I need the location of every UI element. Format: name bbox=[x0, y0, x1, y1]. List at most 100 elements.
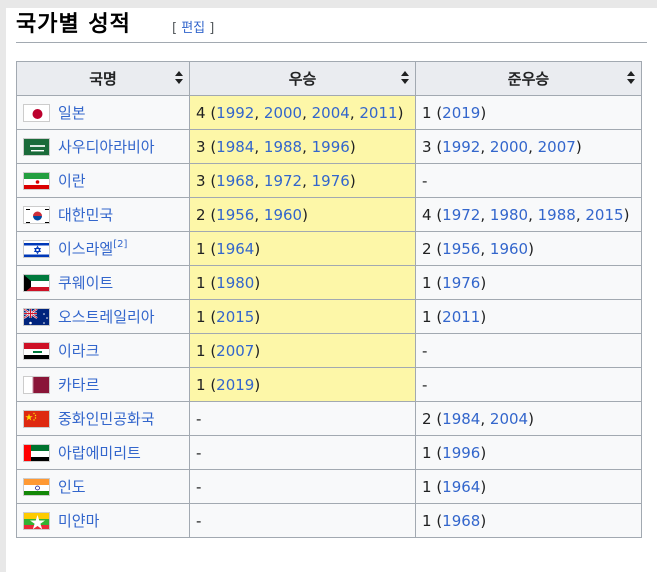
year-link[interactable]: 1960 bbox=[264, 206, 302, 224]
country-link[interactable]: 이라크 bbox=[58, 342, 99, 360]
year-link[interactable]: 1976 bbox=[312, 172, 350, 190]
year-link[interactable]: 1996 bbox=[312, 138, 350, 156]
country-cell: 오스트레일리아 bbox=[16, 299, 190, 334]
runner-up-cell: 2 (1984, 2004) bbox=[415, 401, 642, 436]
count-value: 1 bbox=[196, 239, 206, 258]
year-link[interactable]: 1976 bbox=[442, 274, 480, 292]
count-value: 3 bbox=[196, 137, 206, 156]
count-value: 1 bbox=[196, 375, 206, 394]
header-country[interactable]: 국명 bbox=[16, 61, 190, 96]
year-link[interactable]: 1960 bbox=[490, 240, 528, 258]
year-link[interactable]: 2000 bbox=[264, 104, 302, 122]
sort-icon[interactable] bbox=[627, 71, 635, 85]
japan-flag-icon bbox=[23, 103, 50, 122]
runner-up-cell: 4 (1972, 1980, 1988, 2015) bbox=[415, 197, 642, 232]
year-link[interactable]: 1980 bbox=[216, 274, 254, 292]
sort-icon[interactable] bbox=[401, 71, 409, 85]
year-link[interactable]: 1968 bbox=[442, 512, 480, 530]
year-link[interactable]: 1996 bbox=[442, 444, 480, 462]
year-link[interactable]: 2011 bbox=[442, 308, 480, 326]
country-cell: 이스라엘[2] bbox=[16, 231, 190, 266]
count-value: 4 bbox=[196, 103, 206, 122]
year-link[interactable]: 1972 bbox=[264, 172, 302, 190]
year-link[interactable]: 2019 bbox=[442, 104, 480, 122]
iraq-flag-icon bbox=[23, 341, 50, 360]
year-link[interactable]: 2000 bbox=[490, 138, 528, 156]
iran-flag-icon bbox=[23, 171, 50, 190]
header-winner[interactable]: 우승 bbox=[189, 61, 416, 96]
winner-cell: 4 (1992, 2000, 2004, 2011) bbox=[189, 95, 416, 130]
year-link[interactable]: 2007 bbox=[216, 342, 254, 360]
country-cell: 이라크 bbox=[16, 333, 190, 368]
count-value: 2 bbox=[422, 239, 432, 258]
sort-icon[interactable] bbox=[175, 71, 183, 85]
runner-up-cell: 1 (1964) bbox=[415, 469, 642, 504]
table-row: 쿠웨이트 1 (1980) 1 (1976) bbox=[16, 265, 642, 300]
winner-cell: 1 (1980) bbox=[189, 265, 416, 300]
year-link[interactable]: 1992 bbox=[442, 138, 480, 156]
winner-cell: 1 (2007) bbox=[189, 333, 416, 368]
year-link[interactable]: 2015 bbox=[216, 308, 254, 326]
count-value: - bbox=[422, 341, 428, 360]
year-link[interactable]: 1956 bbox=[442, 240, 480, 258]
runner-up-cell: - bbox=[189, 435, 416, 470]
country-link[interactable]: 인도 bbox=[58, 478, 86, 496]
country-link[interactable]: 미얀마 bbox=[58, 512, 99, 530]
country-link[interactable]: 대한민국 bbox=[58, 206, 113, 224]
count-value: - bbox=[422, 171, 428, 190]
year-link[interactable]: 1984 bbox=[216, 138, 254, 156]
winner-cell: 3 (1984, 1988, 1996) bbox=[189, 129, 416, 164]
year-link[interactable]: 1956 bbox=[216, 206, 254, 224]
year-link[interactable]: 2015 bbox=[585, 206, 623, 224]
count-value: - bbox=[196, 477, 202, 496]
runner-up-cell: 2 (1956, 1960) bbox=[415, 231, 642, 266]
count-value: 2 bbox=[196, 205, 206, 224]
country-link[interactable]: 사우디아라비아 bbox=[58, 138, 155, 156]
count-value: - bbox=[196, 511, 202, 530]
runner-up-cell: 1 (2019) bbox=[415, 95, 642, 130]
year-link[interactable]: 1964 bbox=[442, 478, 480, 496]
year-link[interactable]: 1988 bbox=[538, 206, 576, 224]
country-link[interactable]: 이란 bbox=[58, 172, 86, 190]
israel-flag-icon bbox=[23, 239, 50, 258]
country-cell: 이란 bbox=[16, 163, 190, 198]
table-header-row: 국명 우승 준우승 bbox=[16, 61, 642, 96]
table-row: 중화인민공화국 - 2 (1984, 2004) bbox=[16, 401, 642, 436]
runner-up-cell: - bbox=[189, 503, 416, 538]
country-cell: 아랍에미리트 bbox=[16, 435, 190, 470]
footnote-link[interactable]: [2] bbox=[113, 239, 127, 250]
country-link[interactable]: 아랍에미리트 bbox=[58, 444, 141, 462]
runner-up-cell: 1 (1996) bbox=[415, 435, 642, 470]
year-link[interactable]: 1980 bbox=[490, 206, 528, 224]
winner-cell: 1 (1964) bbox=[189, 231, 416, 266]
table-row: 인도 - 1 (1964) bbox=[16, 469, 642, 504]
country-link[interactable]: 이스라엘 bbox=[58, 240, 113, 258]
section-heading: 국가별 성적 [ 편집 ] bbox=[16, 8, 647, 43]
year-link[interactable]: 1964 bbox=[216, 240, 254, 258]
header-winner-label: 우승 bbox=[288, 70, 317, 88]
south-korea-flag-icon bbox=[23, 205, 50, 224]
count-value: 1 bbox=[422, 307, 432, 326]
year-link[interactable]: 1984 bbox=[442, 410, 480, 428]
year-link[interactable]: 1992 bbox=[216, 104, 254, 122]
edit-link[interactable]: 편집 bbox=[181, 21, 205, 36]
year-link[interactable]: 2004 bbox=[312, 104, 350, 122]
year-link[interactable]: 1968 bbox=[216, 172, 254, 190]
country-link[interactable]: 중화인민공화국 bbox=[58, 410, 155, 428]
country-link[interactable]: 오스트레일리아 bbox=[58, 308, 155, 326]
year-link[interactable]: 2007 bbox=[538, 138, 576, 156]
year-link[interactable]: 1988 bbox=[264, 138, 302, 156]
country-link[interactable]: 쿠웨이트 bbox=[58, 274, 113, 292]
country-link[interactable]: 일본 bbox=[58, 104, 86, 122]
uae-flag-icon bbox=[23, 443, 50, 462]
table-row: 오스트레일리아 1 (2015) 1 (2011) bbox=[16, 299, 642, 334]
runner-up-cell: 1 (2011) bbox=[415, 299, 642, 334]
year-link[interactable]: 2019 bbox=[216, 376, 254, 394]
country-cell: 카타르 bbox=[16, 367, 190, 402]
header-runner-up[interactable]: 준우승 bbox=[415, 61, 642, 96]
country-link[interactable]: 카타르 bbox=[58, 376, 99, 394]
header-country-label: 국명 bbox=[89, 70, 117, 88]
year-link[interactable]: 1972 bbox=[442, 206, 480, 224]
year-link[interactable]: 2004 bbox=[490, 410, 528, 428]
year-link[interactable]: 2011 bbox=[359, 104, 397, 122]
